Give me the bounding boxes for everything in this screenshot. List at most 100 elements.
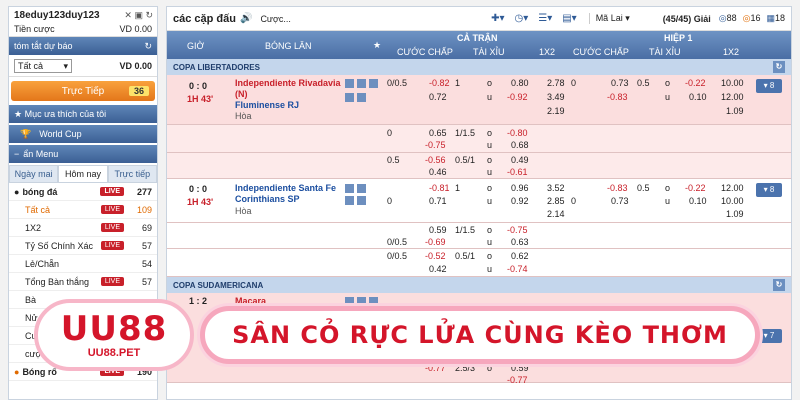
cash-label: Tiền cược (14, 24, 55, 34)
region-select[interactable]: Mã Lai ▾ (588, 13, 653, 24)
worldcup-label: World Cup (39, 129, 82, 139)
match-score: 0 : 0 (189, 81, 208, 91)
draw-label: Hòa (235, 206, 252, 216)
match-row: 0 : 0 1H 43' Independiente Rivadavia (N)… (167, 75, 791, 125)
circle-icon: ◎ (718, 13, 727, 23)
col-handicap: CƯỚC CHẤP (397, 47, 453, 57)
match-icons-2[interactable] (345, 92, 369, 103)
bet-summary-label: tóm tắt dự báo (14, 41, 73, 51)
account-panel: 18eduy123duy123 ✕ ▣ ↻ Tiền cược VD 0.00 (9, 7, 157, 37)
logo-text: UU88 (60, 309, 168, 349)
col-full-match: CẢ TRẬN (457, 33, 498, 43)
col-over-under-h1: TÀI XỈU (649, 47, 681, 57)
away-team: Corinthians SP (235, 194, 300, 204)
match-icons-2[interactable] (345, 195, 369, 206)
league-count: (45/45) Giải (662, 13, 711, 24)
list-item[interactable]: Lẻ/Chẵn 54 (9, 255, 157, 273)
refresh-icon[interactable]: ↻ (144, 41, 152, 52)
match-row: 0 : 0 1H 43' Independiente Santa Fe Cori… (167, 179, 791, 223)
tab-today[interactable]: Hôm nay (58, 165, 108, 183)
league-header[interactable]: COPA LIBERTADORES ↻ (167, 59, 791, 75)
slogan-text: SÂN CỎ RỰC LỬA CÙNG KÈO THƠM (232, 321, 728, 349)
bet-type-label[interactable]: Cược... (260, 14, 290, 24)
list-item[interactable]: Tỷ Số Chính Xác LIVE 57 (9, 237, 157, 255)
match-icons[interactable] (345, 78, 381, 89)
logo-url: UU88.PET (87, 347, 141, 359)
favorites-item[interactable]: ★ Mục ưa thích của tôi (9, 105, 157, 123)
region-value: Mã Lai (595, 13, 623, 23)
ball-icon: ● (14, 186, 20, 197)
brand-logo: UU88 UU88.PET (34, 299, 194, 371)
count-88: ◎88 (718, 13, 737, 23)
list-item[interactable]: Tổng Bàn thắng LIVE 57 (9, 273, 157, 291)
list-item[interactable]: Tất cả LIVE 109 (9, 201, 157, 219)
col-1x2: 1X2 (539, 47, 556, 57)
chevron-down-icon: ▾ (63, 60, 68, 71)
stats-icon[interactable] (357, 79, 366, 89)
menu-toggle[interactable]: − ẩn Menu (9, 145, 157, 163)
home-team: Independiente Rivadavia (N) (235, 78, 341, 99)
live-badge: LIVE (100, 241, 124, 250)
clock-icon[interactable]: ◷▾ (514, 13, 528, 24)
refresh-icon[interactable]: ↻ (773, 279, 785, 291)
stats-icon[interactable] (357, 184, 366, 194)
promo-banner: UU88 UU88.PET SÂN CỎ RỰC LỬA CÙNG KÈO TH… (0, 296, 800, 376)
tab-tomorrow[interactable]: Ngày mai (9, 165, 59, 183)
odds-toolbar: các cặp đấu 🔊 Cược... ✚▾ ◷▾ ☰▾ ▤▾ Mã Lai… (167, 7, 791, 31)
account-icons[interactable]: ✕ ▣ ↻ (124, 10, 153, 21)
filter-amount: VD 0.00 (119, 60, 152, 71)
match-alt-line: 0.59 1/1.5 o -0.75 0/0.5 -0.69 u 0.63 (167, 223, 791, 249)
live-badge: LIVE (100, 277, 124, 286)
more-bets-button[interactable]: ▾ 8 (756, 183, 782, 197)
bet-summary-header[interactable]: tóm tắt dự báo ↻ (9, 37, 157, 55)
tv-icon[interactable] (345, 184, 354, 194)
match-time: 1H 43' (187, 197, 214, 207)
live-badge: LIVE (100, 223, 124, 232)
live-label: Trực Tiếp (61, 85, 105, 97)
summary-filter: Tất cả ▾ VD 0.00 (9, 55, 157, 77)
info-icon[interactable] (357, 196, 366, 206)
table-header: GIỜ BÓNG LĂN ★ CẢ TRẬN HIỆP 1 CƯỚC CHẤP … (167, 31, 791, 59)
trophy-icon: 🏆 (20, 128, 32, 139)
live-badge: LIVE (100, 187, 124, 196)
home-team: Independiente Santa Fe (235, 183, 337, 193)
plus-icon[interactable]: ✚▾ (491, 13, 504, 24)
match-time: 1H 43' (187, 94, 214, 104)
away-team: Fluminense RJ (235, 100, 300, 110)
grid-icon: ▦ (766, 13, 775, 23)
star-icon[interactable]: ★ (373, 40, 381, 51)
sort-icon[interactable]: ☰▾ (538, 13, 552, 24)
info-icon[interactable] (357, 93, 366, 103)
page-title: các cặp đấu (173, 12, 236, 25)
speaker-icon[interactable]: 🔊 (240, 13, 252, 24)
match-score: 0 : 0 (189, 184, 208, 194)
star-icon[interactable] (369, 79, 378, 89)
menu-label: ẩn Menu (23, 149, 59, 159)
list-icon[interactable]: ▤▾ (562, 13, 576, 24)
cash-value: VD 0.00 (119, 24, 152, 34)
match-icons[interactable] (345, 183, 369, 194)
live-count: 36 (128, 86, 149, 96)
refresh-icon[interactable]: ↻ (773, 61, 785, 73)
col-1x2-h1: 1X2 (723, 47, 740, 57)
col-time: GIỜ (187, 41, 205, 51)
count-16: ◎16 (742, 13, 761, 23)
list-item[interactable]: 1X2 LIVE 69 (9, 219, 157, 237)
live-button[interactable]: Trực Tiếp 36 (11, 81, 155, 101)
chart-icon[interactable] (345, 93, 354, 103)
col-over-under: TÀI XỈU (473, 47, 505, 57)
filter-select[interactable]: Tất cả ▾ (14, 58, 72, 73)
worldcup-item[interactable]: 🏆 World Cup (9, 125, 157, 143)
chart-icon[interactable] (345, 196, 354, 206)
tab-live[interactable]: Trực tiếp (107, 165, 157, 183)
more-bets-button[interactable]: ▾ 8 (756, 79, 782, 93)
slogan-box: SÂN CỎ RỰC LỬA CÙNG KÈO THƠM (200, 306, 760, 364)
col-handicap-h1: CƯỚC CHẤP (573, 47, 629, 57)
col-team: BÓNG LĂN (265, 41, 312, 51)
sport-item-football[interactable]: ● bóng đá LIVE 277 (9, 183, 157, 201)
league-header[interactable]: COPA SUDAMERICANA ↻ (167, 277, 791, 293)
tv-icon[interactable] (345, 79, 354, 89)
col-first-half: HIỆP 1 (664, 33, 693, 43)
day-tabs: Ngày mai Hôm nay Trực tiếp (9, 165, 157, 183)
minus-icon: − (14, 149, 20, 159)
